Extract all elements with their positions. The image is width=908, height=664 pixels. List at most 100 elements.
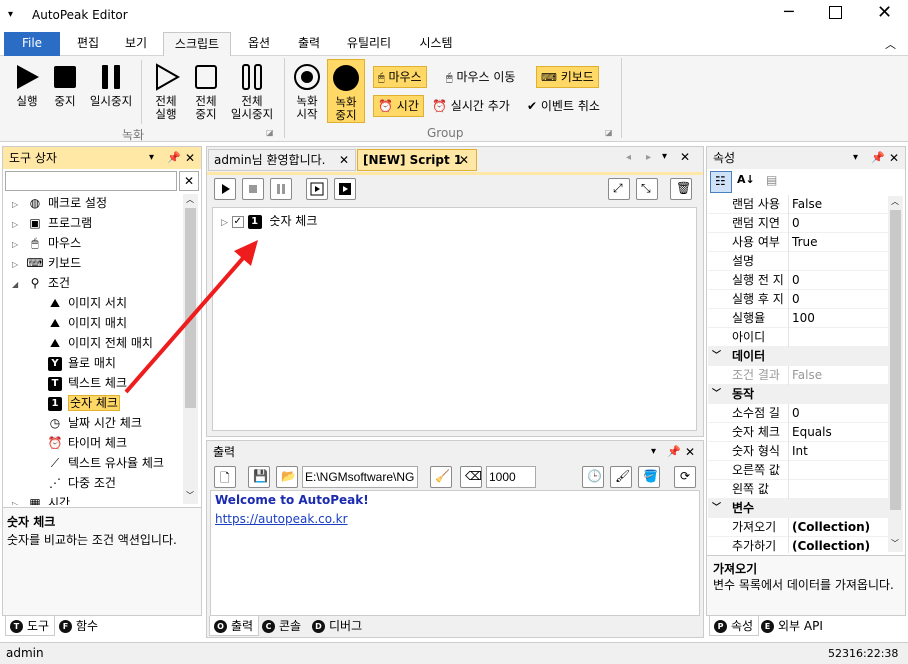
category-collapse-icon[interactable]: ﹀ <box>712 347 721 366</box>
tab-script-1[interactable]: [NEW] Script 1 ✕ <box>357 149 477 171</box>
script-canvas[interactable] <box>212 207 697 431</box>
property-row[interactable]: 조건 결과 False <box>708 366 888 385</box>
property-value[interactable]: False <box>792 195 822 214</box>
scrollbar-thumb[interactable] <box>890 210 901 510</box>
collapse-ribbon-icon[interactable]: ︿ <box>885 36 896 52</box>
category-collapse-icon[interactable]: ﹀ <box>712 499 721 518</box>
tab-external-api[interactable]: E 외부 API <box>761 616 837 636</box>
tab-script[interactable]: 스크립트 <box>163 32 231 56</box>
time-record-toggle[interactable]: ⏰ 시간 <box>373 95 424 117</box>
property-row[interactable]: 오른쪽 값 <box>708 461 888 480</box>
file-tab[interactable]: File <box>4 32 60 56</box>
new-log-button[interactable]: 🗋 <box>214 466 236 488</box>
website-link[interactable]: https://autopeak.co.kr <box>215 512 348 526</box>
property-category[interactable]: ﹀ 데이터 <box>708 347 888 366</box>
tab-close-icon[interactable]: ✕ <box>459 150 469 170</box>
tab-system[interactable]: 시스템 <box>406 32 466 56</box>
property-value[interactable]: 0 <box>792 404 800 423</box>
property-row[interactable]: 가져오기 (Collection) <box>708 518 888 537</box>
delete-button[interactable]: 🗑 <box>670 178 692 200</box>
record-stop-button[interactable]: 녹화 중지 <box>327 59 365 123</box>
record-start-button[interactable]: 녹화 시작 <box>288 62 326 121</box>
tab-scroll-right-icon[interactable]: ▸ <box>646 152 651 163</box>
tab-close-icon[interactable]: ✕ <box>339 150 349 170</box>
expand-all-button[interactable]: ⤢ <box>608 178 630 200</box>
stop-all-button[interactable]: 전체 중지 <box>186 62 226 121</box>
clear-search-button[interactable]: ✕ <box>179 171 199 191</box>
tab-scroll-left-icon[interactable]: ◂ <box>626 152 631 163</box>
panel-close-icon[interactable]: ✕ <box>685 441 695 463</box>
pin-icon[interactable]: 📌 <box>667 441 681 463</box>
tab-tools[interactable]: T 도구 <box>5 616 55 636</box>
tree-item[interactable]: ⟋ 텍스트 유사율 체크 <box>44 453 164 473</box>
property-row[interactable]: 실행 전 지 0 <box>708 271 888 290</box>
property-row[interactable]: 사용 여부 True <box>708 233 888 252</box>
group-launcher-icon-2[interactable]: ◪ <box>605 128 613 137</box>
property-value[interactable]: (Collection) <box>792 537 870 553</box>
log-path-input[interactable] <box>302 466 418 488</box>
categorized-button[interactable]: ☷ <box>710 171 732 193</box>
tree-item[interactable]: T 텍스트 체크 <box>44 373 127 393</box>
pin-icon[interactable]: 📌 <box>871 147 885 169</box>
brush-button[interactable]: 🖌 <box>610 466 632 488</box>
alphabetical-button[interactable]: A↓ <box>734 171 756 193</box>
pin-icon[interactable]: 📌 <box>167 147 181 169</box>
property-row[interactable]: 추가하기 (Collection) <box>708 537 888 553</box>
close-icon[interactable]: ✕ <box>877 2 892 23</box>
tree-expander-icon[interactable]: ▷ <box>12 215 24 235</box>
property-row[interactable]: 숫자 체크 Equals <box>708 423 888 442</box>
tab-output-log[interactable]: O 출력 <box>209 616 259 636</box>
tree-item[interactable]: ⏰ 타이머 체크 <box>44 433 128 453</box>
erase-button[interactable]: ⌫ <box>460 466 482 488</box>
tab-debug[interactable]: D 디버그 <box>312 616 372 636</box>
tree-item[interactable]: ⛰ 이미지 전체 매치 <box>44 333 153 353</box>
property-row[interactable]: 아이디 <box>708 328 888 347</box>
tree-item[interactable]: ◢ ⚲ 조건 <box>12 273 70 293</box>
tree-item[interactable]: ▷ 🖱 마우스 <box>12 233 81 253</box>
script-pause-button[interactable] <box>270 178 292 200</box>
step-button[interactable] <box>306 178 328 200</box>
tab-view[interactable]: 보기 <box>114 32 158 56</box>
property-value[interactable]: 100 <box>792 309 815 328</box>
run-button[interactable]: 실행 <box>8 62 46 108</box>
dropdown-icon[interactable]: ▾ <box>853 147 858 169</box>
refresh-button[interactable]: ⟳ <box>674 466 696 488</box>
stop-button[interactable]: 중지 <box>48 62 82 108</box>
scroll-up-icon[interactable]: ︿ <box>186 194 194 205</box>
event-cancel-toggle[interactable]: ✔ 이벤트 취소 <box>527 97 600 114</box>
save-log-button[interactable]: 💾 <box>248 466 270 488</box>
script-node[interactable]: ▷ ✓ 1 숫자 체크 <box>221 212 317 230</box>
group-launcher-icon[interactable]: ◪ <box>266 128 274 137</box>
maximize-icon[interactable] <box>829 6 842 19</box>
dropdown-icon[interactable]: ▾ <box>651 441 656 463</box>
tree-expander-icon[interactable]: ▷ <box>12 235 24 255</box>
clean-button[interactable]: 🧹 <box>430 466 452 488</box>
run-all-button[interactable]: 전체 실행 <box>146 62 186 121</box>
property-value[interactable]: Equals <box>792 423 832 442</box>
run-from-button[interactable] <box>334 178 356 200</box>
panel-close-icon[interactable]: ✕ <box>889 147 899 169</box>
property-value[interactable]: False <box>792 366 822 385</box>
category-collapse-icon[interactable]: ﹀ <box>712 385 721 404</box>
property-value[interactable]: 0 <box>792 271 800 290</box>
tree-item[interactable]: ◷ 날짜 시간 체크 <box>44 413 142 433</box>
tree-expander-icon[interactable]: ▷ <box>12 255 24 275</box>
tree-item[interactable]: ▷ ▣ 프로그램 <box>12 213 92 233</box>
property-row[interactable]: 왼쪽 값 <box>708 480 888 499</box>
property-row[interactable]: 랜덤 사용 False <box>708 195 888 214</box>
mouse-move-toggle[interactable]: 🖱 마우스 이동 <box>446 68 515 85</box>
props-scrollbar[interactable]: ︿ ﹀ <box>888 196 903 552</box>
property-row[interactable]: 실행 후 지 0 <box>708 290 888 309</box>
property-row[interactable]: 숫자 형식 Int <box>708 442 888 461</box>
output-log[interactable]: Welcome to AutoPeak! https://autopeak.co… <box>210 490 700 616</box>
property-row[interactable]: 설명 <box>708 252 888 271</box>
pause-button[interactable]: 일시중지 <box>86 62 136 108</box>
tab-console[interactable]: C 콘솔 <box>262 616 310 636</box>
tab-list-icon[interactable]: ▾ <box>662 151 667 162</box>
property-value[interactable]: (Collection) <box>792 518 870 537</box>
tree-item[interactable]: ▷ ⌨ 키보드 <box>12 253 81 273</box>
tree-expander-icon[interactable]: ◢ <box>12 275 24 295</box>
property-value[interactable]: 0 <box>792 214 800 233</box>
fill-button[interactable]: 🪣 <box>638 466 660 488</box>
realtime-add-toggle[interactable]: ⏰ 실시간 추가 <box>432 97 510 114</box>
